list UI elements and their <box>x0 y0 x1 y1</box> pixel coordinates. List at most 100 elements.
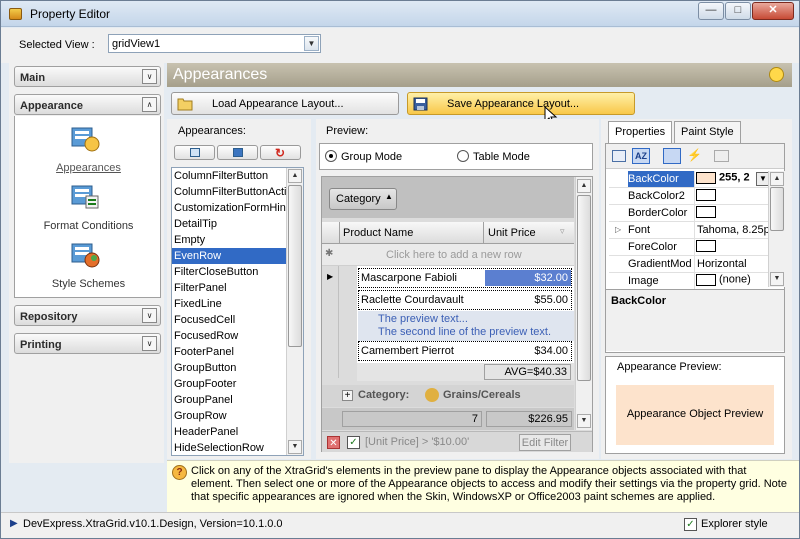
list-item[interactable]: GroupFooter <box>172 376 303 392</box>
filter-icon[interactable]: ▿ <box>560 226 565 237</box>
events-icon[interactable]: ⚡ <box>687 148 702 162</box>
nav-item-format-conditions[interactable]: Format Conditions <box>15 220 162 232</box>
alphabetical-icon[interactable]: AZ <box>632 148 650 164</box>
nav-group-printing[interactable]: Printing ∨ <box>14 333 161 354</box>
close-filter-icon[interactable]: ✕ <box>327 436 340 449</box>
property-row-backcolor[interactable]: BackColor 255, 2 ▼ <box>609 171 771 188</box>
nav-group-main[interactable]: Main ∨ <box>14 66 161 87</box>
filter-text[interactable]: [Unit Price] > '$10.00' <box>365 436 469 448</box>
nav-group-repository[interactable]: Repository ∨ <box>14 305 161 326</box>
group-mode-radio[interactable] <box>325 150 337 162</box>
list-item[interactable]: DetailTip <box>172 216 303 232</box>
list-item[interactable]: GroupRow <box>172 408 303 424</box>
list-item[interactable]: FixedLine <box>172 296 303 312</box>
list-item[interactable]: FilterPanel <box>172 280 303 296</box>
list-item[interactable]: FocusedCell <box>172 312 303 328</box>
chevron-down-icon[interactable]: ∨ <box>142 69 157 84</box>
style-schemes-icon[interactable] <box>70 240 102 270</box>
list-item[interactable]: FooterPanel <box>172 344 303 360</box>
column-header-price[interactable]: Unit Price ▿ <box>484 222 574 243</box>
property-value[interactable]: Horizontal <box>694 256 771 272</box>
property-value[interactable] <box>694 205 771 221</box>
list-item[interactable]: GroupButton <box>172 360 303 376</box>
categorized-icon[interactable] <box>612 150 626 162</box>
title-bar[interactable]: Property Editor — □ ✕ <box>1 1 799 27</box>
focused-price-cell[interactable]: $32.00 <box>485 270 571 286</box>
chevron-down-icon[interactable]: ∨ <box>142 308 157 323</box>
filter-enabled-checkbox[interactable]: ✓ <box>347 436 360 449</box>
list-item[interactable]: ColumnFilterButton <box>172 168 303 184</box>
column-header-product[interactable]: Product Name <box>339 222 484 243</box>
nav-item-appearances[interactable]: Appearances <box>15 162 162 174</box>
property-row-forecolor[interactable]: ForeColor <box>609 239 771 256</box>
table-mode-label[interactable]: Table Mode <box>473 151 530 163</box>
tab-properties[interactable]: Properties <box>608 121 673 144</box>
property-value[interactable]: Tahoma, 8.25pt <box>694 222 771 238</box>
selected-view-combo[interactable]: gridView1 ▼ <box>108 34 321 53</box>
property-value[interactable] <box>694 188 771 204</box>
category-group-button[interactable]: Category ▲ <box>329 188 397 210</box>
property-row-bordercolor[interactable]: BorderColor <box>609 205 771 222</box>
scroll-thumb[interactable] <box>288 185 302 347</box>
table-row[interactable]: Mascarpone Fabioli $32.00 <box>358 268 572 288</box>
group-row[interactable]: + Category: Grains/Cereals <box>322 385 574 407</box>
list-item[interactable]: ColumnFilterButtonActive <box>172 184 303 200</box>
property-row-image[interactable]: Image (none) <box>609 273 771 290</box>
property-row-gradientmode[interactable]: GradientMode Horizontal <box>609 256 771 273</box>
properties-view-icon[interactable] <box>663 148 681 164</box>
expand-icon[interactable]: ▷ <box>615 225 621 234</box>
property-grid-scrollbar[interactable]: ▲ ▼ <box>768 171 785 287</box>
appearances-scrollbar[interactable]: ▲ ▼ <box>286 168 303 455</box>
reset-button[interactable]: ↻ <box>260 145 301 160</box>
nav-group-appearance[interactable]: Appearance ∧ <box>14 94 161 115</box>
list-item[interactable]: FocusedRow <box>172 328 303 344</box>
scroll-down-icon[interactable]: ▼ <box>288 440 302 454</box>
minimize-button[interactable]: — <box>698 2 724 20</box>
list-item[interactable]: HideSelectionRow <box>172 440 303 455</box>
edit-filter-button[interactable]: Edit Filter <box>519 434 571 451</box>
scroll-thumb[interactable] <box>577 195 591 381</box>
explorer-style-checkbox[interactable]: ✓ <box>684 518 697 531</box>
tab-paint-style[interactable]: Paint Style <box>674 121 741 143</box>
group-panel[interactable]: Category ▲ <box>322 177 574 218</box>
save-layout-button[interactable]: Save Appearance Layout... <box>407 92 635 115</box>
new-item-row[interactable]: ✱ Click here to add a new row <box>322 244 574 266</box>
list-item[interactable]: Empty <box>172 232 303 248</box>
nav-item-style-schemes[interactable]: Style Schemes <box>15 278 162 290</box>
format-conditions-icon[interactable] <box>70 182 102 212</box>
close-button[interactable]: ✕ <box>752 2 794 20</box>
property-value[interactable]: 255, 2 ▼ <box>694 171 771 187</box>
chevron-down-icon[interactable]: ▼ <box>304 36 319 51</box>
explorer-style-label[interactable]: Explorer style <box>701 518 768 530</box>
property-value[interactable]: (none) <box>694 273 771 289</box>
table-row[interactable]: Camembert Pierrot $34.00 <box>358 341 572 361</box>
grid-scrollbar[interactable]: ▲ ▼ <box>575 177 592 430</box>
property-value[interactable] <box>694 239 771 255</box>
list-item[interactable]: GroupPanel <box>172 392 303 408</box>
chevron-down-icon[interactable]: ∨ <box>142 336 157 351</box>
group-mode-label[interactable]: Group Mode <box>341 151 402 163</box>
scroll-up-icon[interactable]: ▲ <box>577 179 591 193</box>
scroll-thumb[interactable] <box>770 187 784 231</box>
table-mode-radio[interactable] <box>457 150 469 162</box>
expand-icon[interactable]: + <box>342 390 353 401</box>
scroll-down-icon[interactable]: ▼ <box>770 272 784 286</box>
scroll-up-icon[interactable]: ▲ <box>288 169 302 183</box>
list-item[interactable]: HeaderPanel <box>172 424 303 440</box>
chevron-up-icon[interactable]: ∧ <box>142 97 157 112</box>
show-selected-button[interactable] <box>217 145 258 160</box>
show-all-button[interactable] <box>174 145 215 160</box>
scroll-down-icon[interactable]: ▼ <box>577 414 591 428</box>
list-item[interactable]: FilterCloseButton <box>172 264 303 280</box>
property-pages-icon[interactable] <box>714 150 729 162</box>
load-layout-button[interactable]: Load Appearance Layout... <box>171 92 399 115</box>
list-item-selected[interactable]: EvenRow <box>172 248 303 264</box>
preview-grid[interactable]: Category ▲ Product Name Unit Price ▿ ✱ C… <box>321 176 593 452</box>
list-item[interactable]: CustomizationFormHint <box>172 200 303 216</box>
property-row-font[interactable]: ▷ Font Tahoma, 8.25pt <box>609 222 771 239</box>
appearances-icon[interactable] <box>70 124 102 154</box>
table-row[interactable]: Raclette Courdavault $55.00 <box>358 290 572 310</box>
property-row-backcolor2[interactable]: BackColor2 <box>609 188 771 205</box>
maximize-button[interactable]: □ <box>725 2 751 20</box>
scroll-up-icon[interactable]: ▲ <box>770 172 784 186</box>
